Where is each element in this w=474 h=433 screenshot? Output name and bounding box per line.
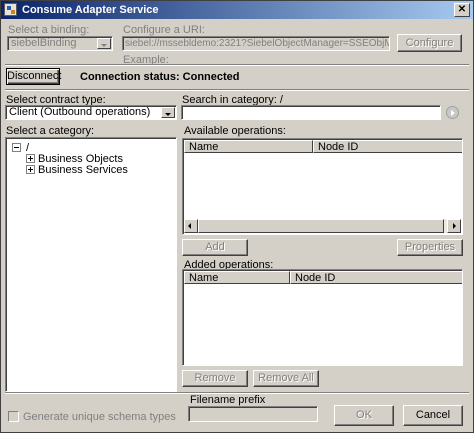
- available-operations-list[interactable]: Name Node ID: [182, 138, 463, 235]
- generate-unique-schema-checkbox[interactable]: [8, 411, 19, 422]
- column-header-node-id[interactable]: Node ID: [313, 140, 462, 153]
- added-operations-header: Name Node ID: [184, 271, 462, 284]
- chevron-down-icon: [161, 107, 175, 118]
- generate-unique-schema-label: Generate unique schema types: [23, 411, 176, 423]
- available-operations-header: Name Node ID: [184, 140, 462, 153]
- remove-all-button[interactable]: Remove All: [253, 370, 319, 387]
- available-horizontal-scrollbar[interactable]: [184, 219, 461, 233]
- collapse-icon[interactable]: [12, 143, 21, 152]
- filename-prefix-label: Filename prefix: [190, 394, 266, 406]
- category-tree[interactable]: / Business Objects Business Services: [5, 137, 177, 392]
- scroll-thumb[interactable]: [198, 219, 444, 233]
- configure-button[interactable]: Configure: [397, 34, 462, 52]
- uri-input[interactable]: siebel://mssebldemo:2321?SiebelObjectMan…: [122, 36, 390, 51]
- filename-prefix-input[interactable]: [188, 406, 318, 422]
- expand-icon[interactable]: [26, 165, 35, 174]
- ok-button[interactable]: OK: [334, 405, 394, 426]
- contract-type-select[interactable]: Client (Outbound operations): [5, 105, 177, 120]
- consume-adapter-service-window: Consume Adapter Service ✕ Select a bindi…: [0, 0, 474, 433]
- cancel-button[interactable]: Cancel: [403, 405, 463, 426]
- search-input[interactable]: [181, 105, 441, 120]
- remove-button[interactable]: Remove: [182, 370, 248, 387]
- binding-label: Select a binding:: [8, 24, 89, 36]
- window-title: Consume Adapter Service: [22, 4, 159, 16]
- category-label: Select a category:: [6, 125, 95, 137]
- disconnect-button[interactable]: Disconnect: [6, 68, 61, 85]
- connection-status: Connection status: Connected: [80, 71, 240, 83]
- column-header-name[interactable]: Name: [184, 271, 290, 284]
- close-button[interactable]: ✕: [454, 3, 470, 17]
- app-icon: [4, 3, 17, 16]
- scroll-left-icon[interactable]: [184, 219, 198, 233]
- search-go-icon[interactable]: [446, 106, 459, 119]
- binding-select-value: siebelBinding: [11, 37, 77, 49]
- available-operations-label: Available operations:: [184, 125, 286, 137]
- contract-type-value: Client (Outbound operations): [9, 106, 151, 118]
- tree-item-label: Business Services: [38, 164, 128, 176]
- expand-icon[interactable]: [26, 154, 35, 163]
- properties-button[interactable]: Properties: [397, 239, 463, 256]
- scroll-right-icon[interactable]: [447, 219, 461, 233]
- column-header-name[interactable]: Name: [184, 140, 313, 153]
- tree-item-business-services[interactable]: Business Services: [24, 164, 164, 176]
- binding-select[interactable]: siebelBinding: [7, 36, 113, 51]
- separator-mid: [5, 89, 469, 91]
- column-header-node-id[interactable]: Node ID: [290, 271, 462, 284]
- title-bar: Consume Adapter Service ✕: [1, 1, 473, 19]
- add-button[interactable]: Add: [182, 239, 248, 256]
- binding-label-text: Select a binding:: [8, 24, 90, 36]
- separator-top: [5, 64, 469, 66]
- added-operations-list[interactable]: Name Node ID: [182, 269, 463, 366]
- uri-label: Configure a URI:: [123, 24, 205, 36]
- chevron-down-icon: [97, 38, 111, 49]
